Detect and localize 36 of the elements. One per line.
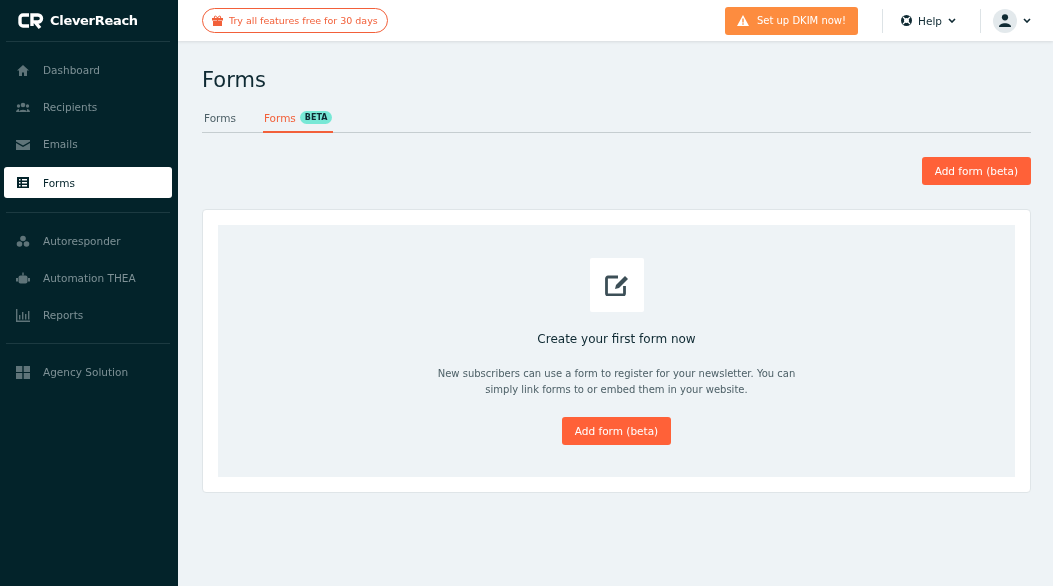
sidebar-item[interactable]: Emails	[4, 130, 172, 158]
empty-state-heading: Create your first form now	[537, 332, 696, 346]
robot-icon	[16, 271, 30, 285]
sidebar-item[interactable]: Automation THEA	[4, 264, 172, 292]
page-title: Forms	[202, 68, 267, 92]
sidebar-item[interactable]: Dashboard	[4, 56, 172, 84]
add-form-button[interactable]: Add form (beta)	[921, 157, 1031, 185]
tab[interactable]: Forms	[203, 111, 237, 133]
add-form-button[interactable]: Add form (beta)	[561, 417, 672, 445]
logo-text: CleverReach	[50, 13, 138, 28]
user-menu-button[interactable]	[993, 8, 1031, 33]
gift-icon	[212, 15, 223, 26]
chart-icon	[16, 308, 30, 322]
help-button[interactable]: Help	[901, 14, 956, 27]
trial-button[interactable]: Try all features free for 30 days	[202, 8, 388, 33]
sidebar-item[interactable]: Forms	[4, 167, 172, 198]
caret-icon	[1023, 18, 1031, 23]
lifebuoy-icon	[901, 15, 913, 26]
warning-icon	[736, 15, 749, 26]
sidebar-item[interactable]: Autoresponder	[4, 227, 172, 255]
sidebar-item[interactable]: Recipients	[4, 93, 172, 121]
avatar-icon	[993, 8, 1017, 33]
caret-icon	[948, 18, 956, 23]
envelope-icon	[16, 137, 30, 151]
edit-icon	[604, 274, 629, 296]
logo-icon	[18, 11, 44, 30]
beta-badge: BETA	[299, 111, 333, 124]
tab[interactable]: Forms BETA	[262, 111, 334, 133]
list-icon	[16, 176, 30, 189]
sidebar-item[interactable]: Agency Solution	[4, 358, 172, 386]
home-icon	[16, 63, 30, 77]
empty-state-text: New subscribers can use a form to register for your newsletter. You can simply link forms to or embed them in your website.	[436, 367, 797, 397]
sidebar-item[interactable]: Reports	[4, 301, 172, 329]
cubes-icon	[16, 234, 30, 248]
grid-icon	[16, 365, 30, 379]
users-icon	[16, 100, 30, 114]
